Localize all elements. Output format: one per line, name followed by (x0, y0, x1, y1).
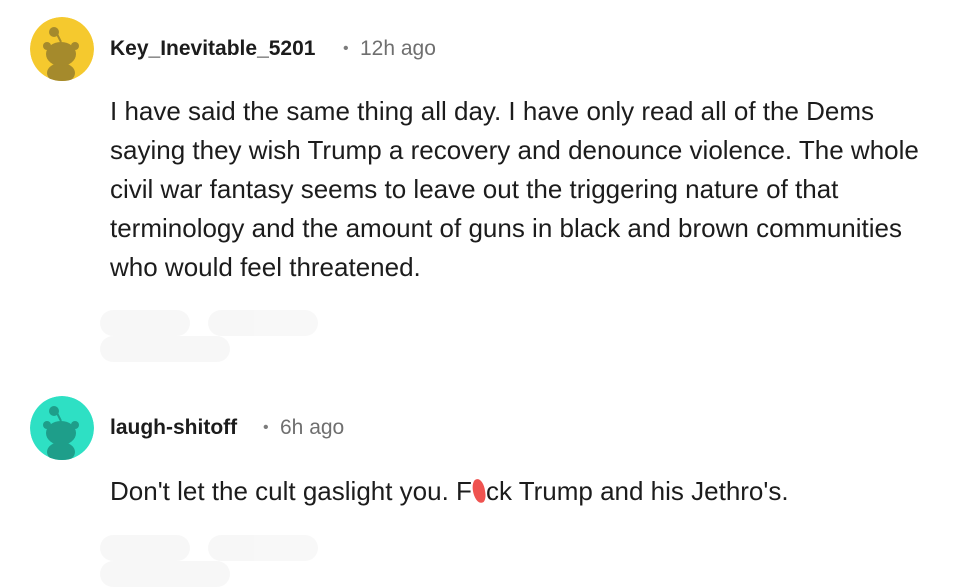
separator-dot: • (263, 419, 269, 436)
comment-body: I have said the same thing all day. I ha… (110, 96, 919, 282)
snoo-avatar-icon (30, 17, 94, 81)
timestamp: 6h ago (280, 416, 345, 439)
separator-dot: • (343, 40, 349, 57)
user-avatar[interactable] (30, 396, 94, 460)
comment-body-end: ck Trump and his Jethro's. (485, 476, 789, 506)
comment-actions (100, 310, 480, 362)
snoo-avatar-icon (30, 396, 94, 460)
comment-body-start: Don't let the cult gaslight you. F (110, 476, 472, 506)
comment-body: Don't let the cult gaslight you. F ck Tru… (110, 472, 940, 511)
comment-actions (100, 535, 480, 587)
username[interactable]: Key_Inevitable_5201 (110, 37, 315, 61)
user-avatar[interactable] (30, 17, 94, 81)
username[interactable]: laugh-shitoff (110, 416, 237, 440)
censor-scribble (471, 478, 487, 504)
timestamp: 12h ago (360, 37, 436, 60)
